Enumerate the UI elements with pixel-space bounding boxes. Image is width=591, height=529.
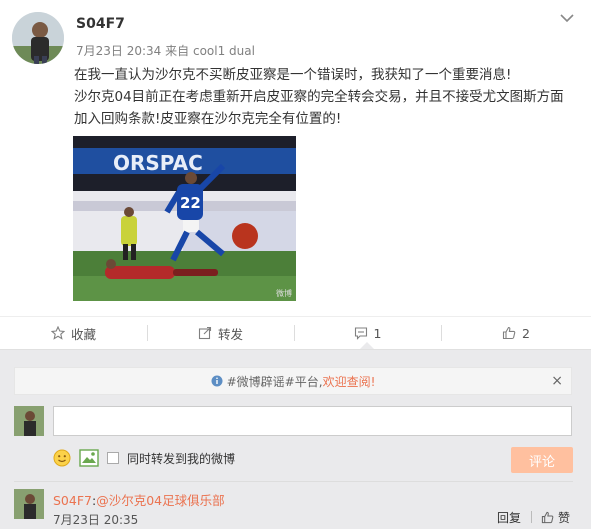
repost-label: 转发 (217, 326, 243, 342)
repost-checkbox-label: 同时转发到我的微博 (127, 451, 236, 466)
submit-comment-button[interactable]: 评论 (511, 447, 573, 473)
like-button[interactable]: 2 (441, 317, 591, 349)
repost-checkbox[interactable] (107, 452, 119, 464)
post-username[interactable]: S04F7 (76, 16, 125, 32)
post-date[interactable]: 7月23日 20:34 (76, 44, 161, 58)
notice-text: #微博辟谣#平台, (226, 374, 323, 389)
share-icon (198, 326, 212, 340)
user-avatar[interactable] (12, 12, 64, 64)
commenter-avatar[interactable] (14, 489, 44, 519)
image-icon[interactable] (79, 449, 99, 467)
comment-like-label: 赞 (558, 511, 571, 525)
reply-label: 回复 (497, 511, 522, 525)
post-action-bar: 收藏 转发 1 2 (0, 316, 591, 349)
favorite-button[interactable]: 收藏 (0, 317, 147, 349)
my-avatar[interactable] (14, 406, 44, 436)
svg-text:22: 22 (180, 194, 201, 212)
close-icon[interactable]: × (551, 373, 563, 389)
image-watermark: 微博 (276, 289, 292, 298)
weibo-post: S04F7 7月23日 20:34 来自 cool1 dual 在我一直认为沙尔… (0, 0, 591, 316)
post-source[interactable]: cool1 dual (193, 44, 255, 58)
svg-text:ORSPAC: ORSPAC (113, 151, 203, 175)
comment-divider (14, 481, 573, 482)
comment-mention[interactable]: @沙尔克04足球俱乐部 (96, 493, 224, 508)
repost-button[interactable]: 转发 (147, 317, 294, 349)
rumor-notice: #微博辟谣#平台, 欢迎查阅! × (14, 367, 572, 395)
chevron-down-icon[interactable] (559, 12, 575, 24)
post-text-line1: 在我一直认为沙尔克不买断皮亚察是一个错误时，我获知了一个重要消息! (74, 67, 512, 83)
info-icon (211, 375, 223, 387)
notice-link[interactable]: 欢迎查阅! (323, 373, 376, 390)
emoji-icon[interactable] (53, 449, 71, 467)
source-prefix: 来自 (165, 44, 190, 58)
post-image[interactable]: ORSPAC 22 微博 (73, 136, 296, 301)
comment-time: 7月23日 20:35 (53, 513, 139, 527)
comment-input[interactable] (53, 406, 572, 436)
post-text-line2: 沙尔克04目前正在考虑重新开启皮亚察的完全转会交易，并且不接受尤文图斯方面加入回… (74, 89, 564, 127)
comment-icon (354, 327, 367, 340)
comment-username[interactable]: S04F7 (53, 493, 92, 508)
favorite-label: 收藏 (70, 326, 96, 342)
comment-button[interactable]: 1 (294, 317, 441, 349)
reply-button[interactable]: 回复 (497, 509, 521, 526)
star-icon (50, 326, 65, 340)
comment-count: 1 (373, 325, 382, 341)
comment-item: S04F7:@沙尔克04足球俱乐部 (53, 490, 225, 509)
comment-tools: 同时转发到我的微博 (53, 446, 235, 470)
comment-section: #微博辟谣#平台, 欢迎查阅! × 同时转发到我的微博 评论 S04F7:@沙尔… (0, 349, 591, 529)
like-count: 2 (522, 325, 530, 341)
comment-like-button[interactable]: 赞 (541, 509, 570, 526)
post-text: 在我一直认为沙尔克不买断皮亚察是一个错误时，我获知了一个重要消息! 沙尔克04目… (74, 64, 574, 130)
thumbs-up-icon (502, 326, 516, 340)
post-meta: 7月23日 20:34 来自 cool1 dual (76, 42, 255, 59)
thumbs-up-icon (541, 511, 554, 524)
comment-action-divider (531, 511, 532, 523)
